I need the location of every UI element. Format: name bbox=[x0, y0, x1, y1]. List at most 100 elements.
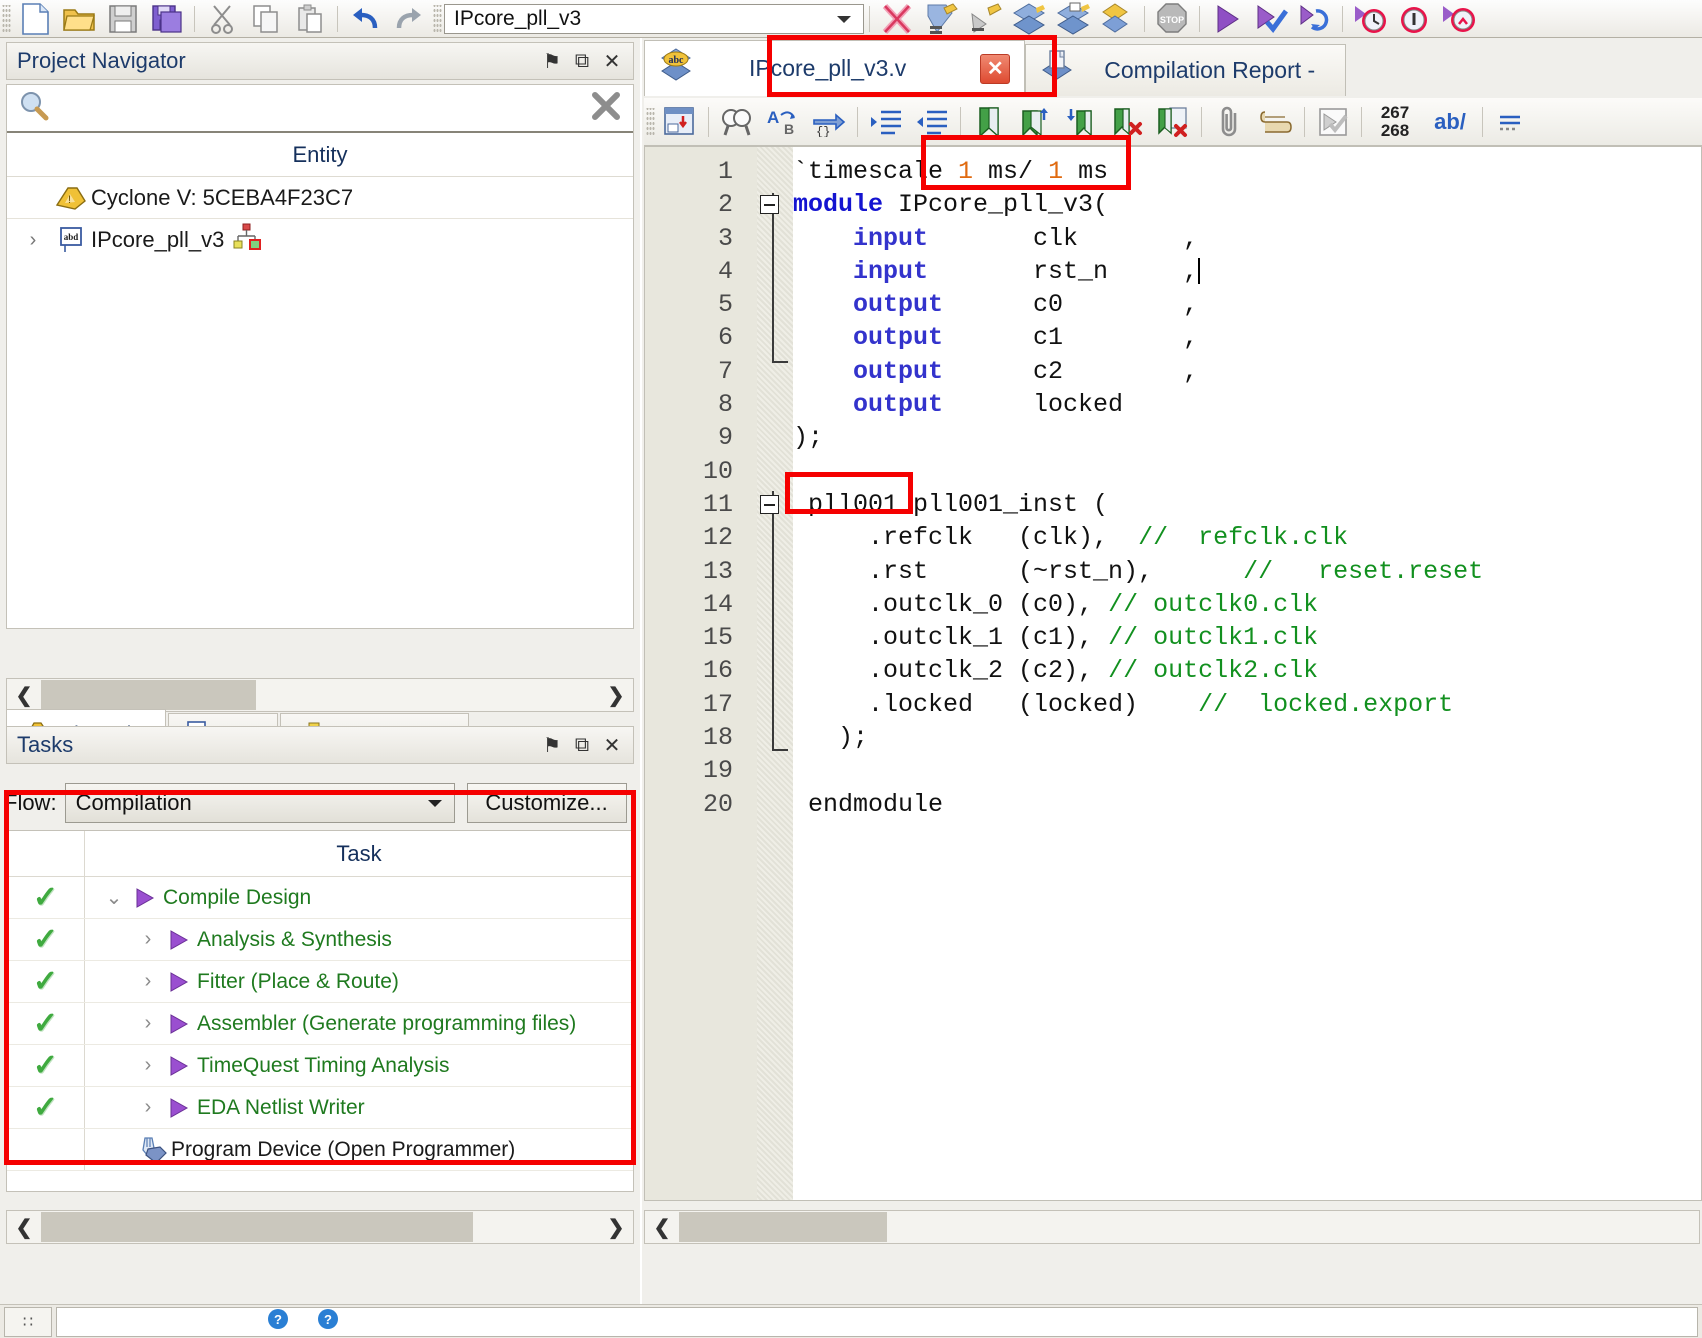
redo-icon[interactable] bbox=[387, 2, 431, 36]
replace-icon[interactable]: AB bbox=[760, 100, 806, 144]
restore-icon[interactable]: ⧉ bbox=[567, 50, 597, 73]
compile-all-icon[interactable] bbox=[1095, 2, 1139, 36]
project-revision-combo[interactable]: IPcore_pll_v3 bbox=[444, 3, 864, 34]
run-triangle-icon[interactable] bbox=[163, 1013, 197, 1035]
undo-icon[interactable] bbox=[343, 2, 387, 36]
compile-design-icon[interactable] bbox=[1051, 2, 1095, 36]
expand-chevron-icon[interactable]: › bbox=[133, 1012, 163, 1035]
expand-chevron-icon[interactable]: › bbox=[133, 1054, 163, 1077]
bookmark-clear-all-icon[interactable] bbox=[1150, 100, 1196, 144]
analysis-synthesis-icon[interactable] bbox=[963, 2, 1007, 36]
cut-icon[interactable] bbox=[200, 2, 244, 36]
table-row[interactable]: ✓ › Analysis & Synthesis bbox=[7, 919, 633, 961]
entity-row-top[interactable]: › abd IPcore_pll_v3 bbox=[7, 219, 633, 261]
expand-chevron-icon[interactable]: › bbox=[133, 1096, 163, 1119]
project-navigator-hscrollbar[interactable]: ❮ ❯ bbox=[6, 678, 634, 712]
scroll-thumb[interactable] bbox=[679, 1212, 887, 1242]
fold-slot[interactable] bbox=[745, 195, 793, 215]
table-row[interactable]: ✓ › Assembler (Generate programming file… bbox=[7, 1003, 633, 1045]
toolbar-grip[interactable] bbox=[2, 4, 11, 33]
entity-row-device[interactable]: ! Cyclone V: 5CEBA4F23C7 bbox=[7, 177, 633, 219]
search-input[interactable] bbox=[51, 85, 589, 131]
task-cell[interactable]: › Analysis & Synthesis bbox=[85, 919, 633, 960]
customize-button[interactable]: Customize... bbox=[466, 783, 627, 823]
code-lines[interactable]: 1 `timescale 1 ms/ 1 ms 2 module IPcore_pl… bbox=[645, 155, 1701, 1200]
task-cell[interactable]: › Fitter (Place & Route) bbox=[85, 961, 633, 1002]
entity-search-row[interactable] bbox=[7, 85, 633, 133]
stop-analysis-icon[interactable] bbox=[875, 2, 919, 36]
refresh-icon[interactable] bbox=[1293, 2, 1337, 36]
expand-chevron-icon[interactable]: › bbox=[133, 928, 163, 951]
chevron-down-icon[interactable] bbox=[831, 5, 857, 33]
analysis-elaboration-icon[interactable] bbox=[919, 2, 963, 36]
fold-minus-icon[interactable] bbox=[759, 495, 779, 515]
task-table-hscrollbar[interactable]: ❮ ❯ bbox=[6, 1210, 634, 1244]
timing-report-icon[interactable] bbox=[1392, 2, 1436, 36]
scroll-left-arrow-icon[interactable]: ❮ bbox=[7, 1215, 41, 1240]
editor-toolbar-grip[interactable] bbox=[646, 107, 655, 136]
script-icon[interactable] bbox=[1253, 100, 1299, 144]
editor-tab-report[interactable]: Compilation Report - bbox=[1025, 44, 1347, 96]
table-row[interactable]: ✓ › EDA Netlist Writer bbox=[7, 1087, 633, 1129]
attach-icon[interactable] bbox=[1207, 100, 1253, 144]
scroll-track[interactable] bbox=[41, 679, 599, 711]
find-icon[interactable] bbox=[714, 100, 760, 144]
scroll-thumb[interactable] bbox=[41, 1212, 473, 1242]
open-folder-icon[interactable] bbox=[57, 2, 101, 36]
clear-search-icon[interactable] bbox=[589, 89, 623, 128]
word-wrap-icon[interactable]: ab/ bbox=[1423, 100, 1477, 144]
goto-line-icon[interactable]: {} bbox=[806, 100, 852, 144]
check-syntax-icon[interactable] bbox=[1310, 100, 1356, 144]
task-cell[interactable]: › EDA Netlist Writer bbox=[85, 1087, 633, 1128]
help-icon-1[interactable]: ? bbox=[267, 1308, 289, 1335]
run-triangle-icon[interactable] bbox=[163, 1097, 197, 1119]
run-triangle-icon[interactable] bbox=[163, 971, 197, 993]
toolbar-grip-2[interactable] bbox=[433, 4, 442, 33]
fold-slot[interactable] bbox=[745, 495, 793, 515]
bookmark-prev-icon[interactable] bbox=[1058, 100, 1104, 144]
decrease-indent-icon[interactable] bbox=[909, 100, 955, 144]
search-icon[interactable] bbox=[17, 89, 51, 128]
programmer-icon[interactable] bbox=[137, 1135, 171, 1165]
run-triangle-icon[interactable] bbox=[129, 887, 163, 909]
fold-minus-icon[interactable] bbox=[759, 195, 779, 215]
timing-extra-icon[interactable] bbox=[1436, 2, 1480, 36]
task-column-header[interactable]: Task bbox=[85, 841, 633, 867]
more-options-icon[interactable] bbox=[1488, 100, 1534, 144]
scroll-thumb[interactable] bbox=[41, 680, 256, 710]
help-icon-2[interactable]: ? bbox=[317, 1308, 339, 1335]
copy-icon[interactable] bbox=[244, 2, 288, 36]
scroll-left-arrow-icon[interactable]: ❮ bbox=[645, 1215, 679, 1240]
chevron-down-icon[interactable] bbox=[426, 784, 444, 822]
table-row[interactable]: ✓ › TimeQuest Timing Analysis bbox=[7, 1045, 633, 1087]
table-row[interactable]: ✓ ⌄ Compile Design bbox=[7, 877, 633, 919]
restore-icon[interactable]: ⧉ bbox=[567, 734, 597, 757]
save-icon[interactable] bbox=[101, 2, 145, 36]
increase-indent-icon[interactable] bbox=[863, 100, 909, 144]
task-cell[interactable]: ⌄ Compile Design bbox=[85, 877, 633, 918]
bookmark-next-icon[interactable] bbox=[1012, 100, 1058, 144]
scroll-right-arrow-icon[interactable]: ❯ bbox=[599, 683, 633, 708]
timing-analyzer-icon[interactable] bbox=[1348, 2, 1392, 36]
editor-tab-verilog[interactable]: abc IPcore_pll_v3.v ✕ bbox=[644, 40, 1026, 96]
expand-chevron-icon[interactable]: › bbox=[133, 970, 163, 993]
insert-template-icon[interactable] bbox=[657, 100, 703, 144]
start-compilation-icon[interactable] bbox=[1007, 2, 1051, 36]
scroll-track[interactable] bbox=[41, 1211, 599, 1243]
close-icon[interactable]: ✕ bbox=[597, 49, 627, 74]
flow-select[interactable]: Compilation bbox=[64, 783, 455, 823]
bookmark-clear-icon[interactable] bbox=[1104, 100, 1150, 144]
scroll-left-arrow-icon[interactable]: ❮ bbox=[7, 683, 41, 708]
scroll-track[interactable] bbox=[679, 1211, 1699, 1243]
table-row[interactable]: ✓ › Fitter (Place & Route) bbox=[7, 961, 633, 1003]
entity-column-header[interactable]: Entity bbox=[7, 133, 633, 177]
run-triangle-icon[interactable] bbox=[163, 1055, 197, 1077]
close-icon[interactable]: ✕ bbox=[597, 733, 627, 758]
task-cell[interactable]: › TimeQuest Timing Analysis bbox=[85, 1045, 633, 1086]
new-file-icon[interactable] bbox=[13, 2, 57, 36]
expand-chevron-icon[interactable]: › bbox=[15, 229, 51, 252]
run-triangle-icon[interactable] bbox=[163, 929, 197, 951]
save-all-icon[interactable] bbox=[145, 2, 189, 36]
bookmark-icon[interactable] bbox=[966, 100, 1012, 144]
pin-icon[interactable]: ⚑ bbox=[537, 733, 567, 758]
